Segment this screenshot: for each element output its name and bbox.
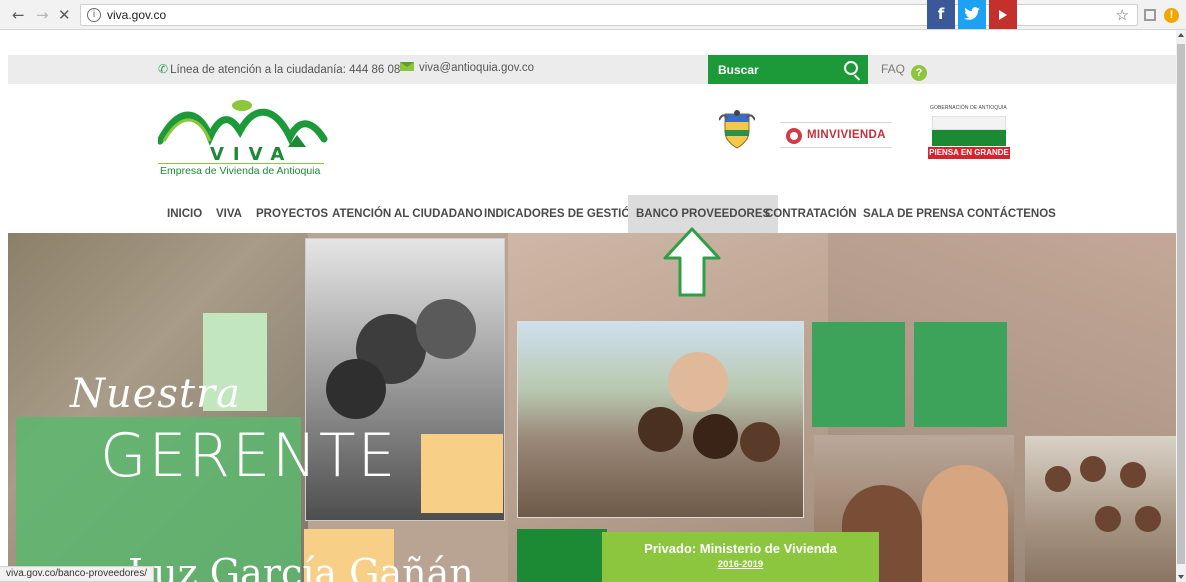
hero-photo-children-face: [693, 414, 738, 459]
hero-photo-family-person: [326, 359, 386, 419]
gobernacion-slogan: PIENSA EN GRANDE: [928, 147, 1010, 159]
hero-tile-yellow: [421, 434, 503, 513]
hero-photo-group-person: [1080, 456, 1106, 482]
gobernacion-title: GOBERNACIÓN DE ANTIOQUIA: [930, 105, 1007, 111]
hero-tile-dark-green: [517, 529, 607, 582]
forward-arrow-icon[interactable]: →: [36, 7, 49, 23]
nav-item-indicadores-gestion[interactable]: INDICADORES DE GESTIÓN: [484, 195, 639, 233]
hero-heading-nuestra: Nuestra: [70, 371, 242, 417]
hero-photo-group-person: [1120, 462, 1146, 488]
minvivienda-label: MINVIVIENDA: [807, 129, 886, 141]
hero-photo-children: [517, 321, 804, 518]
logo-divider: [158, 163, 324, 164]
phone-text: Línea de atención a la ciudadanía: 444 8…: [170, 64, 401, 76]
bookmark-star-icon[interactable]: ☆: [1116, 6, 1129, 24]
nav-item-contactenos[interactable]: CONTÁCTENOS: [967, 195, 1056, 233]
hero-photo-children-face: [638, 407, 683, 452]
email-text[interactable]: viva@antioquia.gov.co: [419, 62, 534, 74]
faq-label[interactable]: FAQ: [881, 62, 905, 76]
hero-photo-family-person: [416, 299, 476, 359]
hero-photo-group-person: [1045, 466, 1071, 492]
question-icon[interactable]: ?: [911, 65, 928, 81]
youtube-icon[interactable]: [989, 0, 1017, 29]
extension-icon[interactable]: [1144, 9, 1156, 21]
nav-item-proyectos[interactable]: PROYECTOS: [256, 195, 328, 233]
hero-photo-children-face: [668, 352, 728, 412]
back-arrow-icon[interactable]: ←: [12, 7, 25, 23]
hero-slider[interactable]: Nuestra GERENTE Luz García Gañán: [8, 233, 1176, 582]
browser-window: ← → ✕ i viva.gov.co ☆ ! ✆ Línea de atenci…: [0, 0, 1186, 582]
hero-heading-name: Luz García Gañán: [128, 551, 474, 582]
page-scrollbar[interactable]: [1176, 30, 1186, 582]
colombia-coat-of-arms-icon[interactable]: [719, 110, 755, 150]
logo-subtitle: Empresa de Vivienda de Antioquia: [160, 165, 321, 177]
alert-extension-icon[interactable]: !: [1164, 8, 1179, 23]
hero-photo-group: [1025, 436, 1176, 582]
slide-caption[interactable]: Privado: Ministerio de Vivienda 2016-201…: [602, 532, 879, 582]
search-icon[interactable]: [844, 61, 858, 75]
hero-heading-gerente: GERENTE: [100, 421, 398, 491]
twitter-icon[interactable]: [958, 0, 986, 29]
contact-email[interactable]: viva@antioquia.gov.co: [400, 62, 534, 74]
hero-photo-children-face: [740, 422, 780, 462]
play-icon: [999, 9, 1007, 20]
envelope-icon: [400, 62, 414, 71]
logo-roof-icon: [288, 135, 306, 147]
contact-phone: ✆ Línea de atención a la ciudadanía: 444 …: [158, 62, 400, 76]
stop-loading-icon[interactable]: ✕: [58, 7, 71, 23]
minvivienda-seal-icon: [786, 128, 802, 144]
search-input[interactable]: Buscar: [718, 63, 759, 77]
nav-item-viva[interactable]: VIVA: [216, 195, 242, 233]
nav-item-inicio[interactable]: INICIO: [167, 195, 202, 233]
gobernacion-logo[interactable]: GOBERNACIÓN DE ANTIOQUIA PIENSA EN GRAND…: [928, 104, 1016, 160]
up-arrow-icon: [663, 227, 721, 297]
address-bar-url[interactable]: viva.gov.co: [107, 8, 166, 22]
viva-logo[interactable]: VIVA Empresa de Vivienda de Antioquia: [158, 97, 328, 177]
phone-icon: ✆: [158, 62, 169, 76]
scroll-down-icon[interactable]: [1178, 575, 1184, 579]
slide-caption-link[interactable]: 2016-2019: [602, 559, 879, 570]
search-box[interactable]: Buscar: [708, 55, 868, 84]
site-info-icon[interactable]: i: [87, 8, 101, 22]
antioquia-flag-green: [932, 130, 1006, 146]
nav-item-contratacion[interactable]: CONTRATACIÓN: [765, 195, 857, 233]
hero-photo-group-person: [1135, 506, 1161, 532]
facebook-icon[interactable]: f: [927, 0, 955, 29]
site-top-bar: ✆ Línea de atención a la ciudadanía: 444 …: [8, 55, 1176, 84]
scrollbar-thumb[interactable]: [1177, 44, 1185, 564]
hero-photo-portrait-person: [922, 465, 1008, 582]
nav-item-sala-prensa[interactable]: SALA DE PRENSA: [863, 195, 964, 233]
antioquia-flag-white: [932, 116, 1006, 130]
slide-caption-title[interactable]: Privado: Ministerio de Vivienda: [602, 541, 879, 556]
link-status-bar: viva.gov.co/banco-proveedores/: [0, 566, 155, 582]
logo-dot: [232, 100, 252, 111]
faq-link[interactable]: FAQ?: [881, 62, 928, 81]
hero-tile-green: [812, 322, 905, 427]
minvivienda-logo[interactable]: MINVIVIENDA: [780, 122, 892, 148]
hero-tile-green: [914, 322, 1007, 427]
hero-photo-group-person: [1095, 506, 1121, 532]
scroll-up-icon[interactable]: [1178, 33, 1184, 37]
nav-item-atencion-ciudadano[interactable]: ATENCIÓN AL CIUDADANO: [332, 195, 483, 233]
logo-wordmark: VIVA: [210, 144, 294, 165]
